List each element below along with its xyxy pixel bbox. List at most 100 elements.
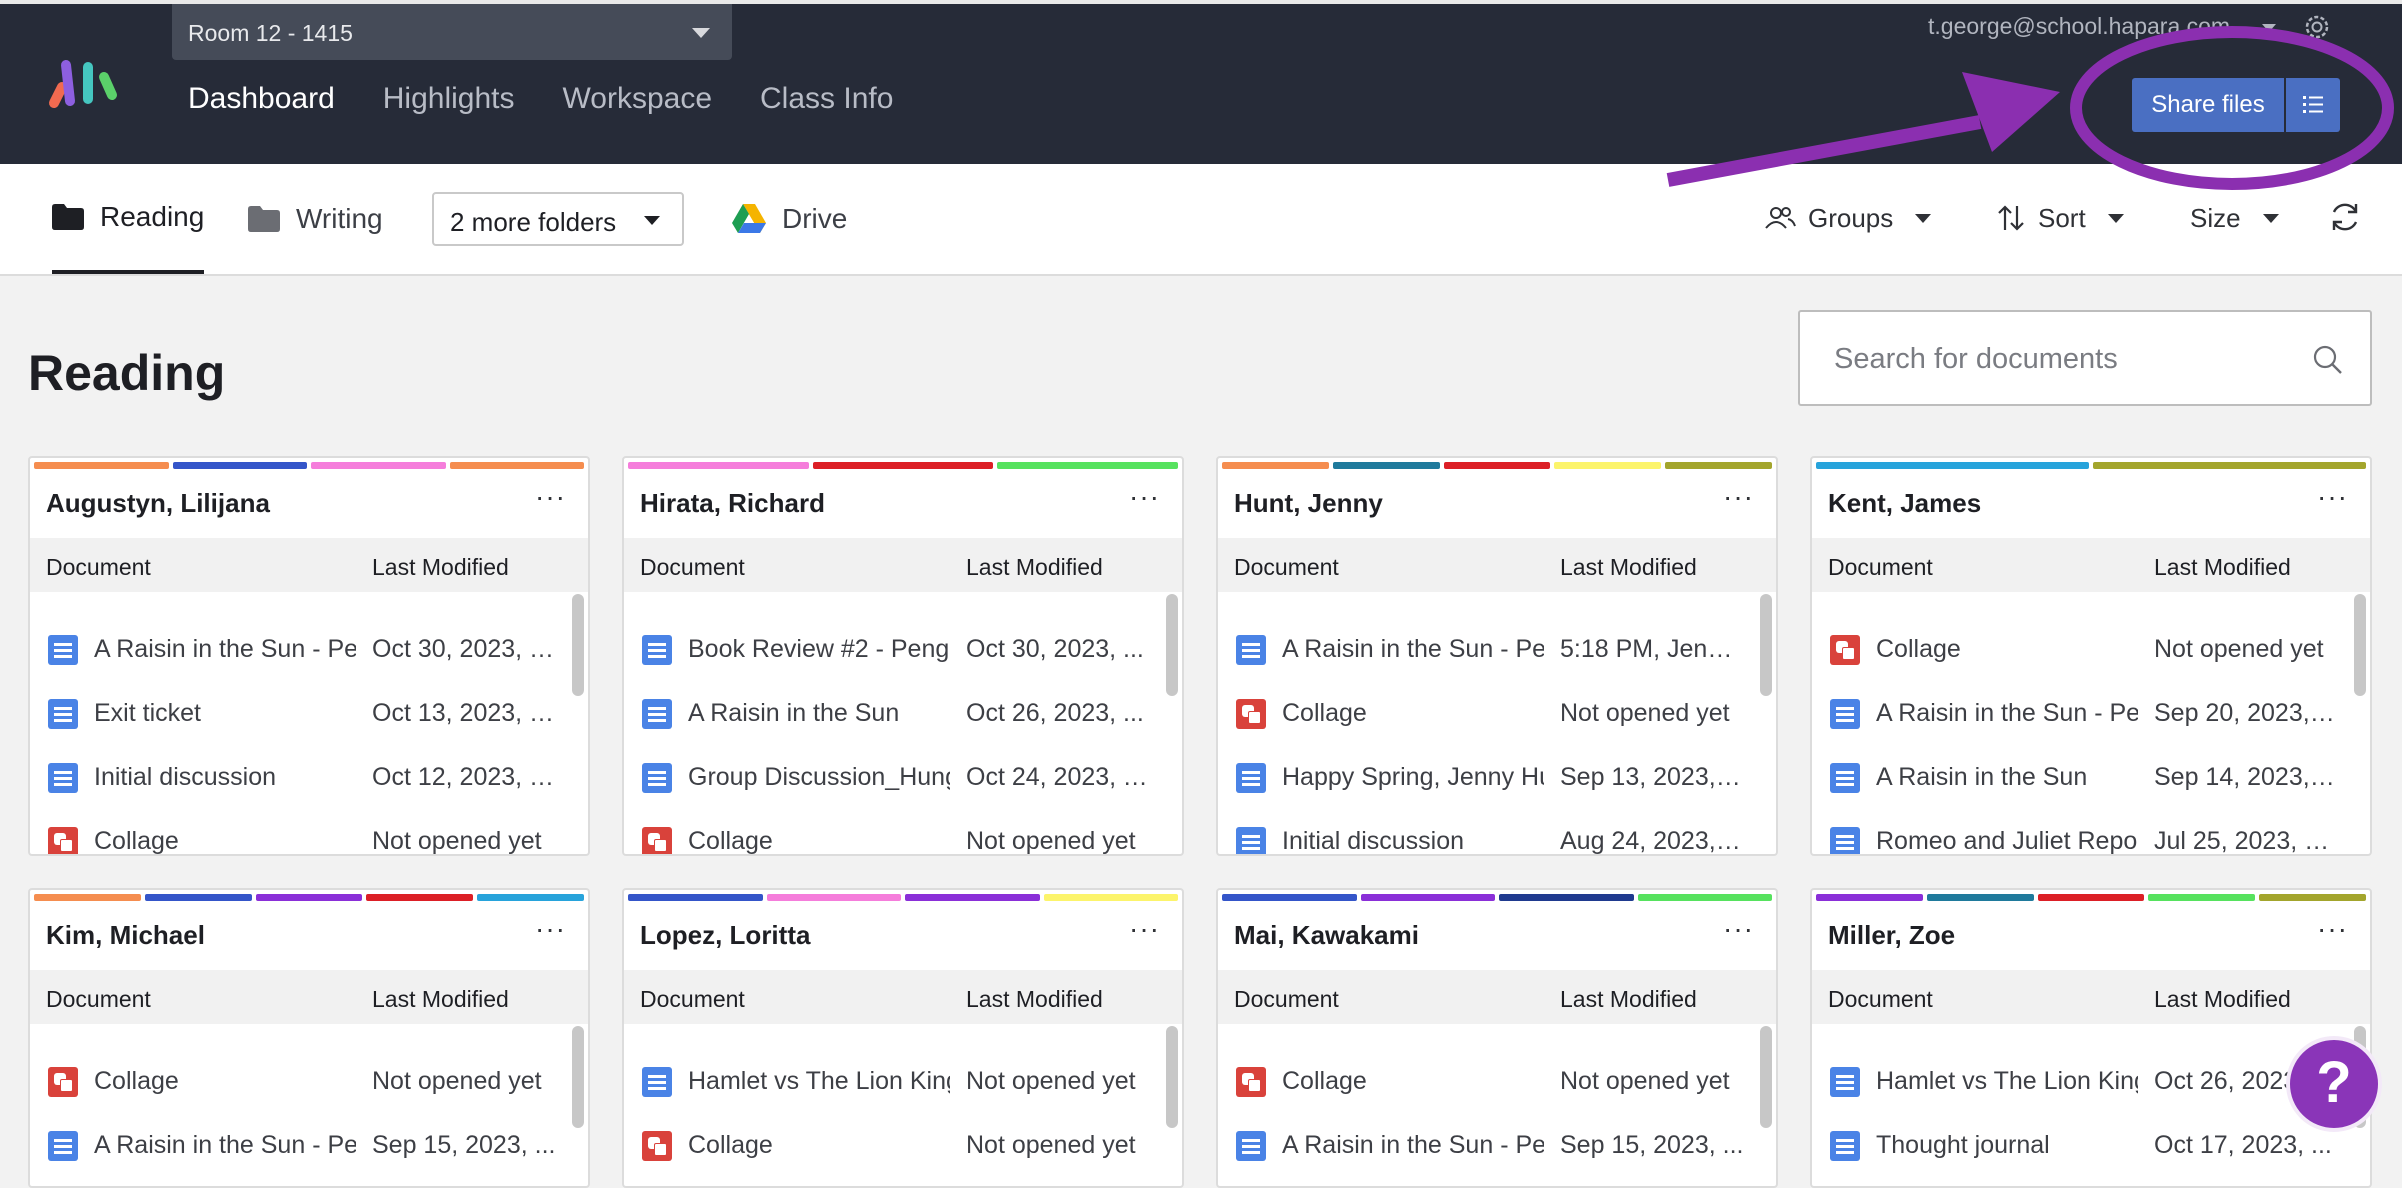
document-name[interactable]: Collage (1282, 1067, 1544, 1096)
document-row[interactable]: Happy Spring, Jenny Hu Sep 13, 2023, J... (1218, 746, 1776, 810)
more-options-icon[interactable]: ··· (535, 915, 566, 943)
student-card[interactable]: Kent, James ··· Document Last Modified Colla… (1810, 456, 2372, 856)
document-row[interactable]: Collage Not opened yet (30, 810, 588, 854)
document-row[interactable]: Book Review #2 - Pengu Oct 30, 2023, ... (624, 618, 1182, 682)
groups-dropdown[interactable]: Groups (1764, 196, 1932, 240)
more-folders-dropdown[interactable]: 2 more folders (432, 192, 684, 246)
document-name[interactable]: A Raisin in the Sun (1876, 763, 2138, 792)
document-name[interactable]: A Raisin in the Sun - Per (94, 1131, 356, 1160)
more-options-icon[interactable]: ··· (2317, 915, 2348, 943)
student-card[interactable]: Hunt, Jenny ··· Document Last Modified A Rai… (1216, 456, 1778, 856)
student-name[interactable]: Mai, Kawakami (1234, 920, 1419, 951)
document-name[interactable]: Collage (688, 1131, 950, 1160)
document-name[interactable]: A Raisin in the Sun - Per (94, 635, 356, 664)
student-card[interactable]: Kim, Michael ··· Document Last Modified Coll… (28, 888, 590, 1188)
share-options-button[interactable] (2286, 78, 2340, 132)
document-row[interactable]: Collage Not opened yet (1218, 1050, 1776, 1114)
document-name[interactable]: A Raisin in the Sun - Per (1876, 699, 2138, 728)
card-scrollbar[interactable] (1166, 1026, 1178, 1128)
document-row[interactable]: Collage Not opened yet (624, 810, 1182, 854)
student-card[interactable]: Augustyn, Lilijana ··· Document Last Modifi… (28, 456, 590, 856)
document-name[interactable]: Romeo and Juliet Repor (1876, 827, 2138, 854)
document-name[interactable]: Exit ticket (94, 699, 356, 728)
student-name[interactable]: Kent, James (1828, 488, 1981, 519)
document-row[interactable]: A Raisin in the Sun - Per Sep 20, 2023, J… (1812, 682, 2370, 746)
student-card[interactable]: Mai, Kawakami ··· Document Last Modified Col… (1216, 888, 1778, 1188)
document-name[interactable]: A Raisin in the Sun - Per (1282, 635, 1544, 664)
document-name[interactable]: Book Review #2 - Pengu (688, 635, 950, 664)
document-name[interactable]: Hamlet vs The Lion King (688, 1067, 950, 1096)
document-row[interactable]: Collage Not opened yet (1812, 618, 2370, 682)
student-name[interactable]: Miller, Zoe (1828, 920, 1955, 951)
tab-reading[interactable]: Reading (52, 164, 205, 274)
document-row[interactable]: Group Discussion_Hung Oct 24, 2023, T... (624, 746, 1182, 810)
share-files-button[interactable]: Share files (2132, 78, 2284, 132)
student-name[interactable]: Hunt, Jenny (1234, 488, 1383, 519)
document-row[interactable]: A Raisin in the Sun - Per Sep 15, 2023, .… (1218, 1114, 1776, 1178)
document-name[interactable]: A Raisin in the Sun - Per (1282, 1131, 1544, 1160)
document-row[interactable]: Thought journal Oct 17, 2023, ... (1812, 1114, 2370, 1178)
help-button[interactable]: ? (2286, 1036, 2382, 1132)
more-options-icon[interactable]: ··· (1129, 483, 1160, 511)
document-name[interactable]: Initial discussion (94, 763, 356, 792)
document-name[interactable]: Group Discussion_Hung (688, 763, 950, 792)
hapara-logo[interactable] (40, 55, 130, 115)
student-name[interactable]: Hirata, Richard (640, 488, 825, 519)
more-options-icon[interactable]: ··· (1723, 915, 1754, 943)
more-options-icon[interactable]: ··· (2317, 483, 2348, 511)
document-row[interactable]: Collage Not opened yet (30, 1050, 588, 1114)
document-name[interactable]: Collage (94, 827, 356, 854)
nav-dashboard[interactable]: Dashboard (188, 82, 335, 116)
search-box[interactable] (1798, 310, 2372, 406)
document-name[interactable]: A Raisin in the Sun (688, 699, 950, 728)
card-scrollbar[interactable] (1760, 594, 1772, 696)
student-card[interactable]: Lopez, Loritta ··· Document Last Modified Ha… (622, 888, 1184, 1188)
document-name[interactable]: Collage (94, 1067, 356, 1096)
student-card[interactable]: Hirata, Richard ··· Document Last Modified B… (622, 456, 1184, 856)
card-scrollbar[interactable] (572, 1026, 584, 1128)
document-row[interactable]: Exit ticket Oct 13, 2023, L... (30, 682, 588, 746)
document-row[interactable]: Initial discussion Oct 12, 2023, L... (30, 746, 588, 810)
account-chevron-icon[interactable] (2262, 24, 2276, 32)
search-icon[interactable] (2312, 344, 2344, 376)
document-name[interactable]: Happy Spring, Jenny Hu (1282, 763, 1544, 792)
document-row[interactable]: Initial discussion Aug 24, 2023, J... (1218, 810, 1776, 854)
document-name[interactable]: Thought journal (1876, 1131, 2138, 1160)
document-name[interactable]: Initial discussion (1282, 827, 1544, 854)
document-row[interactable]: Collage Not opened yet (624, 1114, 1182, 1178)
nav-highlights[interactable]: Highlights (383, 82, 515, 116)
account-menu[interactable]: t.george@school.hapara.com (1928, 13, 2230, 40)
more-options-icon[interactable]: ··· (1129, 915, 1160, 943)
document-row[interactable]: A Raisin in the Sun - Per Oct 30, 2023, L… (30, 618, 588, 682)
student-card[interactable]: Miller, Zoe ··· Document Last Modified Hamle… (1810, 888, 2372, 1188)
gear-icon[interactable] (2302, 12, 2332, 42)
more-options-icon[interactable]: ··· (535, 483, 566, 511)
document-row[interactable]: A Raisin in the Sun - Per Sep 15, 2023, .… (30, 1114, 588, 1178)
student-name[interactable]: Augustyn, Lilijana (46, 488, 270, 519)
card-scrollbar[interactable] (1760, 1026, 1772, 1128)
size-dropdown[interactable]: Size (2190, 196, 2279, 240)
search-input[interactable] (1832, 338, 2306, 380)
card-scrollbar[interactable] (572, 594, 584, 696)
document-name[interactable]: Collage (1282, 699, 1544, 728)
document-row[interactable]: Hamlet vs The Lion King Not opened yet (624, 1050, 1182, 1114)
document-name[interactable]: Hamlet vs The Lion King (1876, 1067, 2138, 1096)
document-row[interactable]: A Raisin in the Sun - Per 5:18 PM, Jenny.… (1218, 618, 1776, 682)
document-row[interactable]: A Raisin in the Sun Sep 14, 2023, J... (1812, 746, 2370, 810)
tab-writing[interactable]: Writing (248, 164, 383, 274)
card-scrollbar[interactable] (1166, 594, 1178, 696)
student-name[interactable]: Lopez, Loritta (640, 920, 810, 951)
nav-class-info[interactable]: Class Info (760, 82, 893, 116)
drive-link[interactable]: Drive (732, 164, 847, 274)
document-name[interactable]: Collage (1876, 635, 2138, 664)
student-name[interactable]: Kim, Michael (46, 920, 205, 951)
document-row[interactable]: Collage Not opened yet (1218, 682, 1776, 746)
sort-dropdown[interactable]: Sort (1996, 196, 2124, 240)
more-options-icon[interactable]: ··· (1723, 483, 1754, 511)
document-name[interactable]: Collage (688, 827, 950, 854)
refresh-icon[interactable] (2328, 200, 2362, 234)
document-row[interactable]: A Raisin in the Sun Oct 26, 2023, ... (624, 682, 1182, 746)
document-row[interactable]: Romeo and Juliet Repor Jul 25, 2023, Ja..… (1812, 810, 2370, 854)
class-selector-dropdown[interactable]: Room 12 - 1415 (172, 4, 732, 60)
card-scrollbar[interactable] (2354, 594, 2366, 696)
